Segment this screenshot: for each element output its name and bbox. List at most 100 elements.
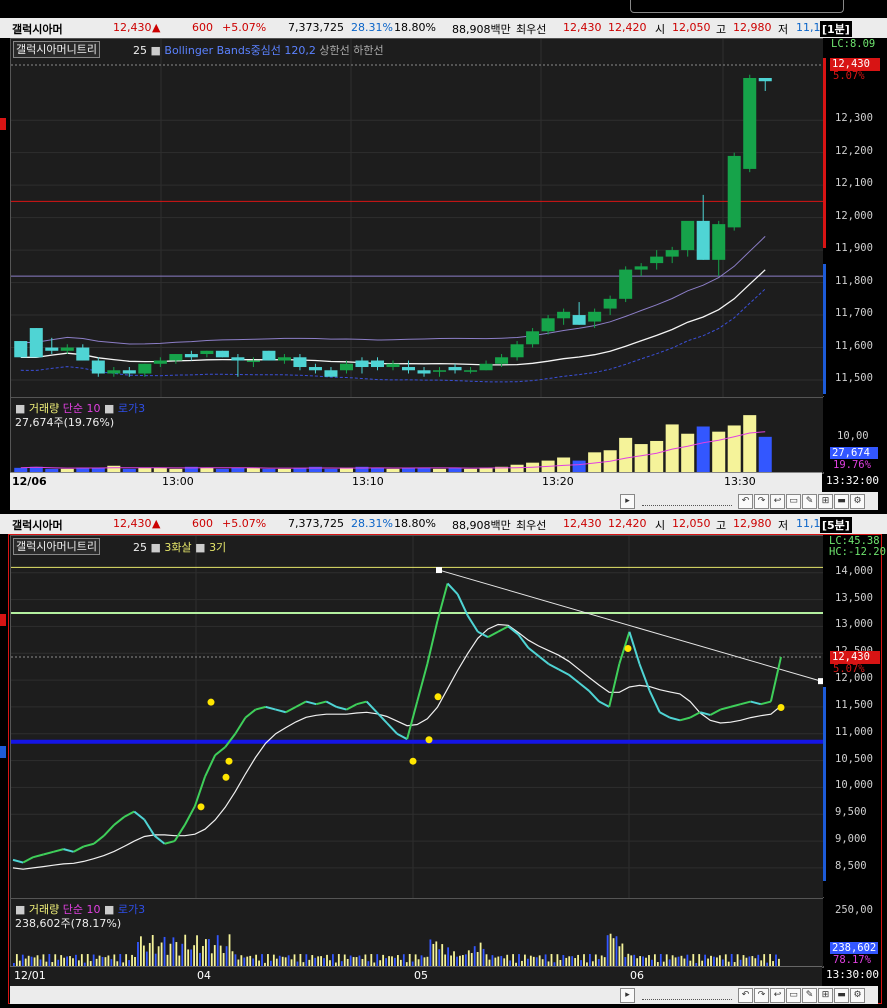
y-axis-ticks-2: 14,00013,50013,00012,50012,00011,50011,0… xyxy=(823,535,878,897)
symbol-name[interactable]: 갤럭시아머 xyxy=(12,21,63,37)
price-line-segment xyxy=(527,647,540,657)
volume-bar xyxy=(181,943,184,967)
tool-button-1[interactable]: ↩ xyxy=(770,988,785,1003)
ask-price: 12,430 xyxy=(563,21,602,34)
x-tick-label: 04 xyxy=(197,969,211,982)
price-axis-2[interactable]: LC:45.38 HC:-12.20 14,000 13,500 13,000 12,… xyxy=(823,535,886,897)
legend-lower[interactable]: 하한선 xyxy=(353,44,383,57)
candle-body xyxy=(479,363,493,371)
volume-bar xyxy=(193,945,195,967)
price-line-segment xyxy=(204,754,217,778)
price-line-segment xyxy=(750,700,762,706)
zoom-in-button[interactable]: ↷ xyxy=(754,494,769,509)
ask-price: 12,430 xyxy=(563,517,602,530)
tool-button-2[interactable]: ▭ xyxy=(786,988,801,1003)
vol-legend-extra[interactable]: 로가3 xyxy=(118,903,145,916)
zoom-out-button[interactable]: ↶ xyxy=(738,494,753,509)
zoom-slider[interactable] xyxy=(642,496,732,506)
volume-bar xyxy=(727,425,741,473)
low-price: 11,1 xyxy=(796,517,821,530)
scroll-right-button[interactable]: ▸ xyxy=(620,988,635,1003)
last-price: 12,430 xyxy=(113,517,152,530)
price-pane-1[interactable]: 갤럭시아머니트리 25 ■ Bollinger Bands중심선 120,2 상… xyxy=(10,38,824,398)
vol-legend-extra[interactable]: 로가3 xyxy=(118,402,145,415)
candle-body xyxy=(308,367,322,371)
price-line-segment xyxy=(83,842,95,848)
scroll-toolbar-2: ▸ ↶ ↷ ↩ ▭ ✎ ⊞ ▬ ⚙ xyxy=(10,986,878,1004)
zoom-in-button[interactable]: ↷ xyxy=(754,988,769,1003)
price-chart-2[interactable] xyxy=(11,536,823,898)
zoom-slider[interactable] xyxy=(642,990,732,1000)
tool-button-4[interactable]: ⊞ xyxy=(818,494,833,509)
x-tick-label: 13:30 xyxy=(724,475,756,488)
bottom-quote-bar: 갤럭시아머 12,430 ▲ 600 +5.07% 7,373,725 28.3… xyxy=(0,514,887,534)
top-quote-bar: 갤럭시아머 12,430 ▲ 600 +5.07% 7,373,725 28.3… xyxy=(0,18,887,38)
candle-body xyxy=(758,77,772,82)
tool-button-5[interactable]: ▬ xyxy=(834,494,849,509)
scrollbar-1[interactable] xyxy=(10,494,631,507)
volume-pane-2[interactable]: ■ 거래량 단순 10 ■ 로가3 238,602주(78.17%) xyxy=(10,898,824,968)
volume-bar xyxy=(441,944,444,967)
y-tick-label: 9,500 xyxy=(835,806,867,819)
candle-body xyxy=(231,357,245,361)
signal-marker xyxy=(409,757,417,765)
volume-bar xyxy=(160,942,163,967)
volume-bar xyxy=(228,934,231,967)
toolbar-overlay[interactable] xyxy=(630,0,844,13)
price-line-segment xyxy=(608,663,621,708)
price-line-segment xyxy=(769,656,782,702)
price-axis-1[interactable]: LC:8.09 12,300 12,200 12,100 12,000 11,900 11… xyxy=(823,38,880,396)
tool-button-1[interactable]: ↩ xyxy=(770,494,785,509)
low-label: 저 xyxy=(778,23,789,36)
high-price: 12,980 xyxy=(733,21,772,34)
volume-bar xyxy=(184,934,187,967)
interval-label[interactable]: [1분] xyxy=(820,21,852,37)
tool-button-3[interactable]: ✎ xyxy=(802,494,817,509)
tool-button-3[interactable]: ✎ xyxy=(802,988,817,1003)
volume-bar xyxy=(169,943,172,967)
tool-button-4[interactable]: ⊞ xyxy=(818,988,833,1003)
volume-bar xyxy=(231,951,234,967)
interval-label[interactable]: [5분] xyxy=(820,517,852,533)
tool-button-6[interactable]: ⚙ xyxy=(850,494,865,509)
legend-upper[interactable]: 상한선 xyxy=(319,44,349,57)
candle-body xyxy=(727,155,741,228)
volume-axis-1: 10,00 27,674 19.76% xyxy=(823,397,878,472)
open-label: 시 xyxy=(655,519,666,532)
open-label: 시 xyxy=(655,23,666,36)
signal-marker xyxy=(425,736,433,744)
vol-current-pct: 78.17% xyxy=(833,954,871,966)
volume-bar xyxy=(470,953,473,967)
scroll-toolbar-1: ▸ ↶ ↷ ↩ ▭ ✎ ⊞ ▬ ⚙ xyxy=(10,492,878,510)
y-tick-label: 11,800 xyxy=(835,274,873,287)
volume-pane-1[interactable]: ■ 거래량 단순 10 ■ 로가3 27,674주(19.76%) xyxy=(10,397,824,474)
zoom-out-button[interactable]: ↶ xyxy=(738,988,753,1003)
left-edge-marker xyxy=(0,746,6,758)
y-tick-label: 8,500 xyxy=(835,859,867,872)
price-pane-2[interactable]: 갤럭시아머니트리 25 ■ 3화살 ■ 3기 xyxy=(10,535,824,899)
legend-square-icon: ■ xyxy=(150,44,161,57)
price-line-segment xyxy=(689,711,701,719)
volume-bar xyxy=(163,936,166,967)
tool-button-5[interactable]: ▬ xyxy=(834,988,849,1003)
legend-symbol[interactable]: 갤럭시아머니트리 xyxy=(13,538,100,555)
symbol-name[interactable]: 갤럭시아머 xyxy=(12,517,63,533)
legend-indicator1[interactable]: 3화살 xyxy=(164,541,191,554)
tool-button-2[interactable]: ▭ xyxy=(786,494,801,509)
candle-body xyxy=(572,315,586,325)
legend-symbol[interactable]: 갤럭시아머니트리 xyxy=(13,41,100,58)
scrollbar-2[interactable] xyxy=(10,988,631,1001)
price-line-segment xyxy=(740,700,751,706)
volume: 7,373,725 xyxy=(288,21,344,34)
candle-body xyxy=(107,370,121,374)
candle-body xyxy=(464,370,478,372)
price-line-segment xyxy=(295,700,307,708)
legend-indicator2[interactable]: 3기 xyxy=(209,541,226,554)
candle-body xyxy=(355,360,369,368)
tool-button-6[interactable]: ⚙ xyxy=(850,988,865,1003)
legend-indicator[interactable]: Bollinger Bands중심선 120,2 xyxy=(164,44,316,57)
scroll-right-button[interactable]: ▸ xyxy=(620,494,635,509)
volume-bar xyxy=(142,945,145,967)
price-chart-1[interactable] xyxy=(11,39,823,397)
y-tick-label: 11,500 xyxy=(835,372,873,384)
